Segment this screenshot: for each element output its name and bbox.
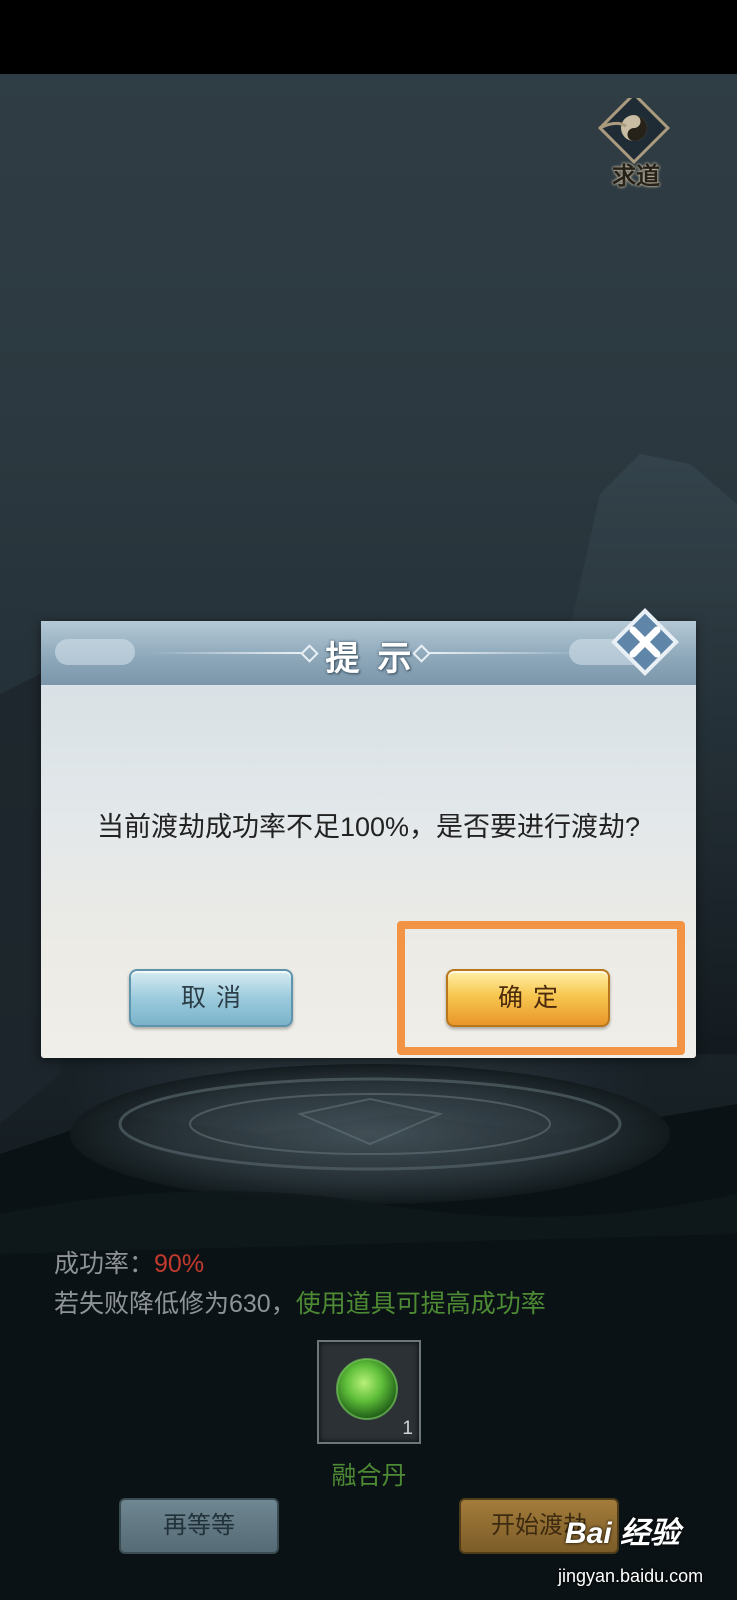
success-rate: 成功率：90%	[54, 1244, 204, 1280]
success-rate-value: 90%	[154, 1250, 205, 1278]
cancel-button[interactable]: 取消	[129, 969, 293, 1027]
success-rate-label: 成功率：	[54, 1250, 155, 1278]
item-name: 融合丹	[331, 1462, 407, 1490]
watermark-url: jingyan.baidu.com	[558, 1566, 704, 1586]
close-icon	[611, 608, 679, 676]
watermark: Bai 经验 jingyan.baidu.com	[548, 1504, 737, 1600]
dialog-title: 提示	[325, 639, 430, 679]
wait-button[interactable]: 再等等	[119, 1498, 279, 1554]
fail-info: 若失败降低修为630，使用道具可提高成功率	[54, 1284, 546, 1320]
dialog-header: 提示	[41, 621, 696, 687]
item-hint: 使用道具可提高成功率	[295, 1290, 546, 1318]
dialog-message: 当前渡劫成功率不足100%，是否要进行渡劫?	[96, 812, 641, 842]
highlight-frame	[397, 921, 685, 1055]
item-slot[interactable]: 1	[317, 1340, 421, 1444]
watermark-logo: Bai 经验	[565, 1517, 681, 1550]
close-button[interactable]	[609, 606, 681, 678]
item-count: 1	[402, 1418, 413, 1439]
fail-text: 若失败降低修为630，	[54, 1290, 296, 1318]
